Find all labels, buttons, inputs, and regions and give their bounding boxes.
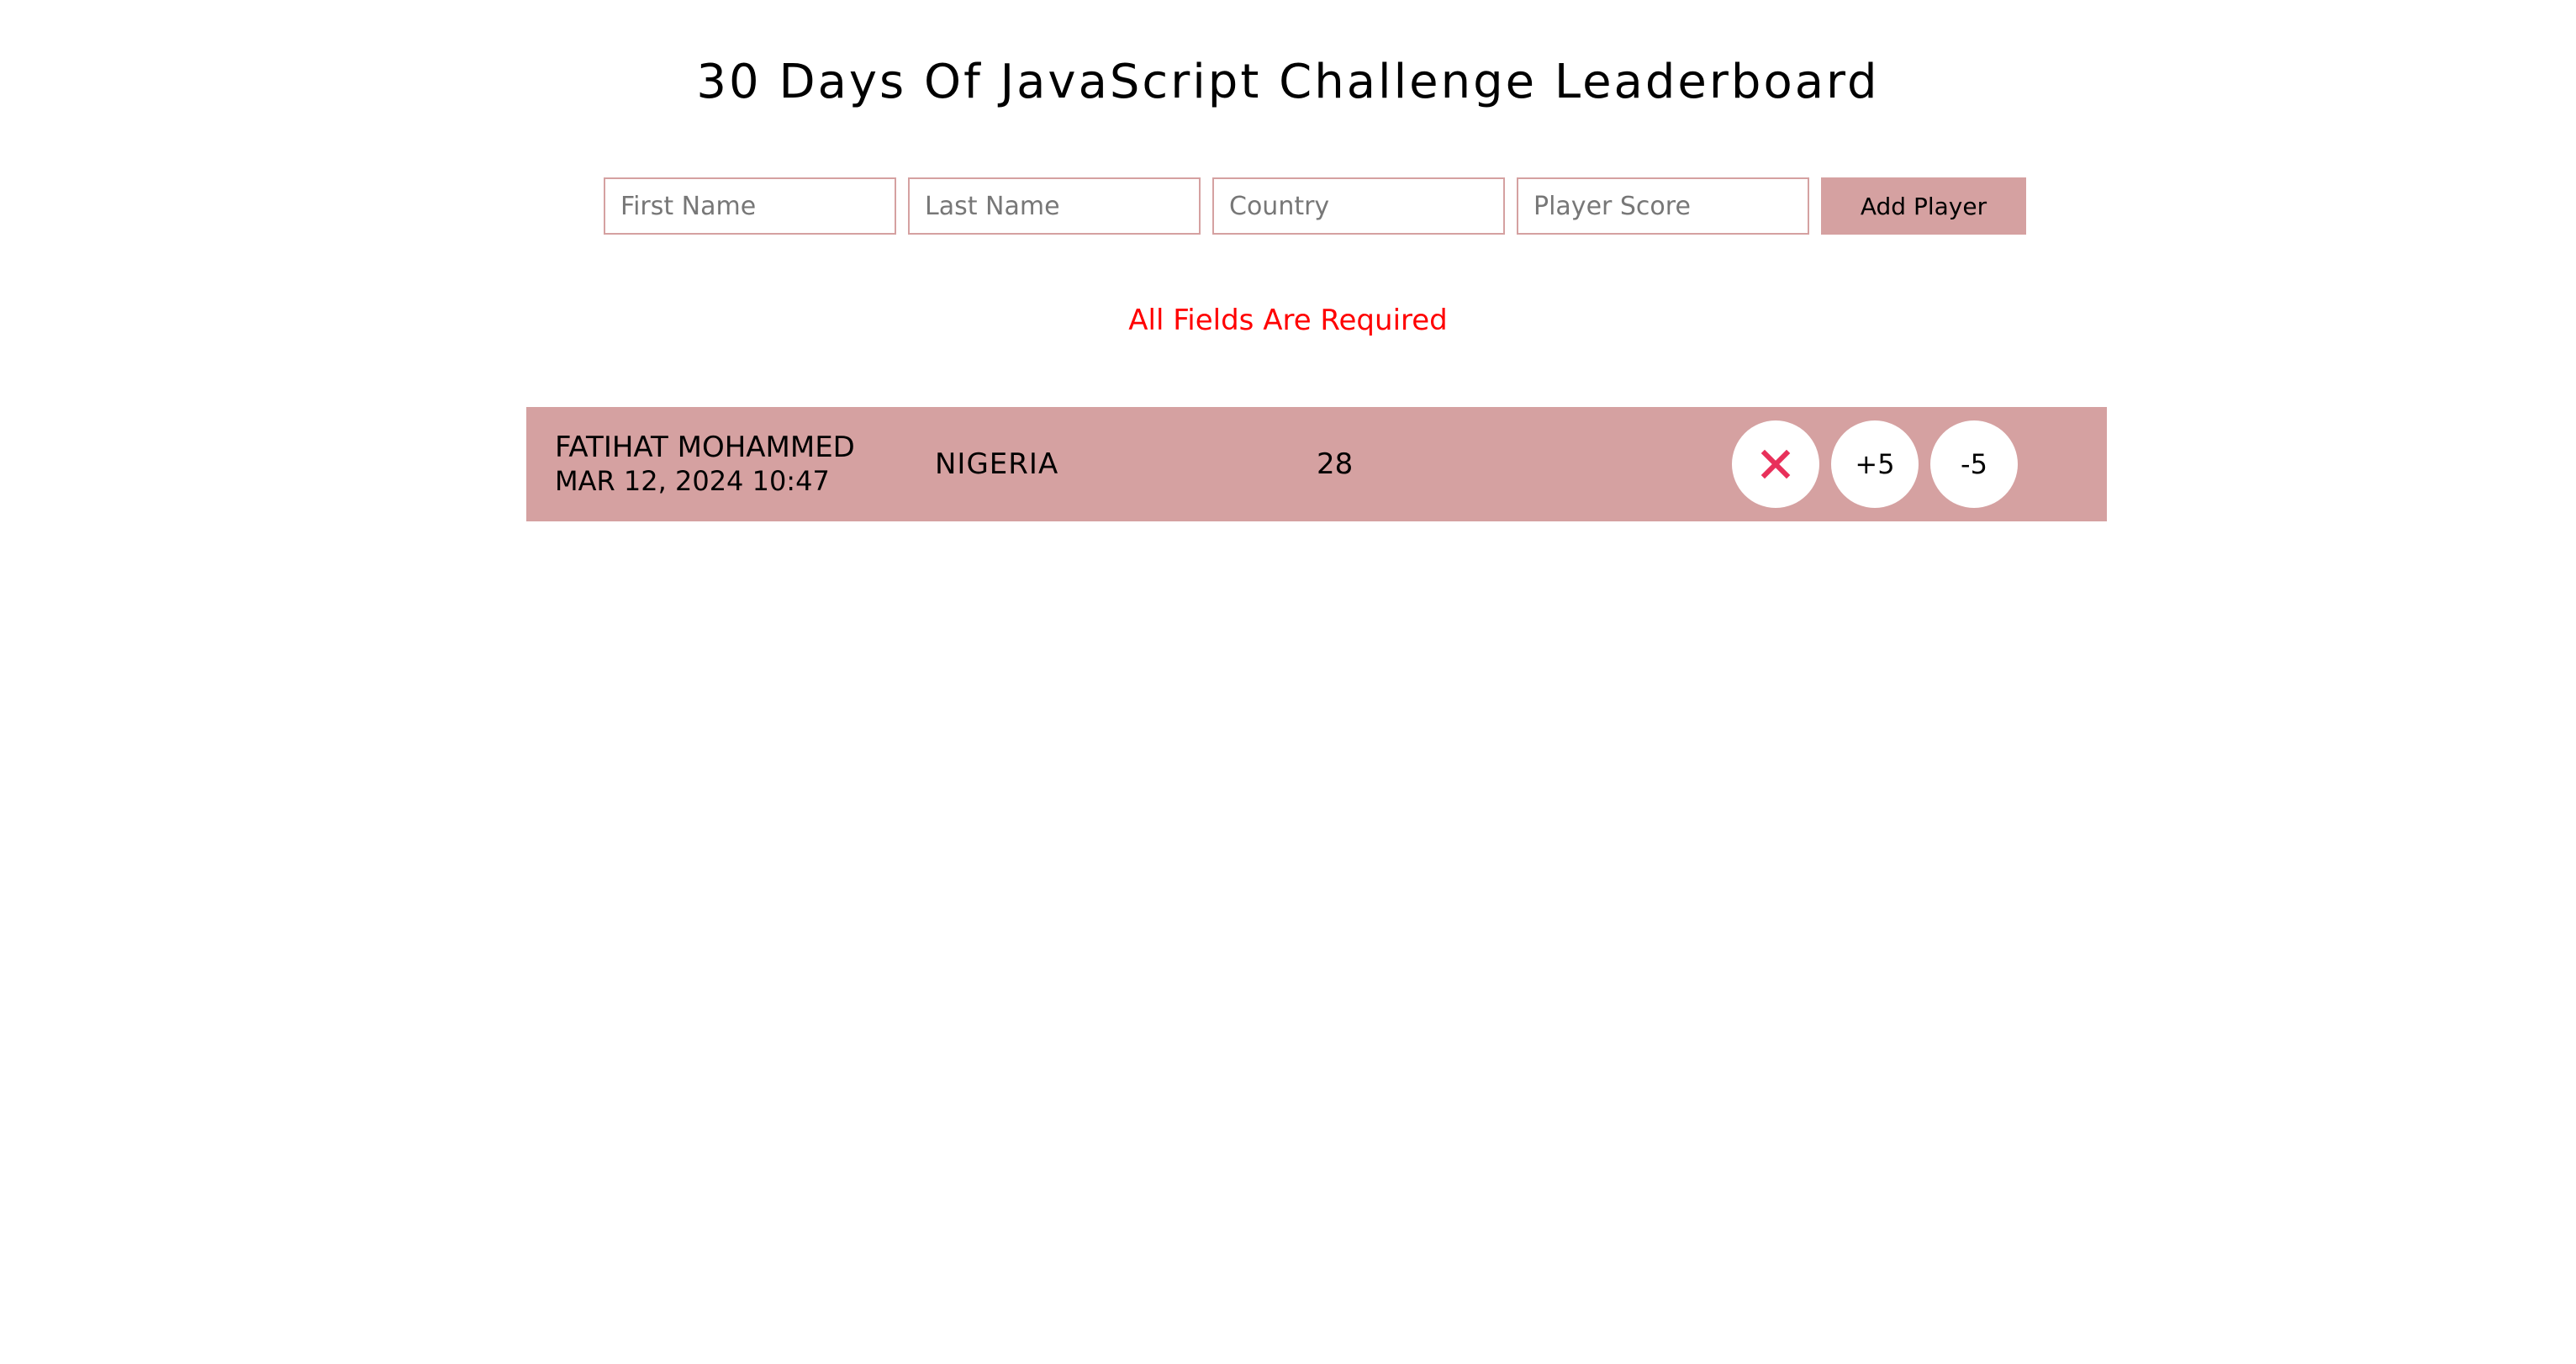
player-date: MAR 12, 2024 10:47	[555, 465, 830, 497]
player-score-input[interactable]	[1517, 177, 1809, 235]
add-player-button[interactable]: Add Player	[1821, 177, 2026, 235]
add-player-form: Add Player	[604, 177, 2026, 235]
delete-player-button[interactable]	[1732, 420, 1819, 508]
country-input[interactable]	[1212, 177, 1505, 235]
leaderboard-page: 30 Days Of JavaScript Challenge Leaderbo…	[0, 0, 2576, 1364]
validation-error-message: All Fields Are Required	[1128, 304, 1448, 337]
first-name-input[interactable]	[604, 177, 896, 235]
add-five-button[interactable]: +5	[1831, 420, 1919, 508]
player-name: FATIHAT MOHAMMED	[555, 431, 855, 464]
player-row: FATIHAT MOHAMMED MAR 12, 2024 10:47 NIGE…	[526, 407, 2107, 521]
close-icon	[1760, 449, 1791, 479]
page-title: 30 Days Of JavaScript Challenge Leaderbo…	[696, 55, 1880, 109]
last-name-input[interactable]	[908, 177, 1201, 235]
subtract-five-button[interactable]: -5	[1930, 420, 2018, 508]
player-score: 28	[1317, 447, 1354, 481]
player-country: NIGERIA	[935, 447, 1059, 481]
